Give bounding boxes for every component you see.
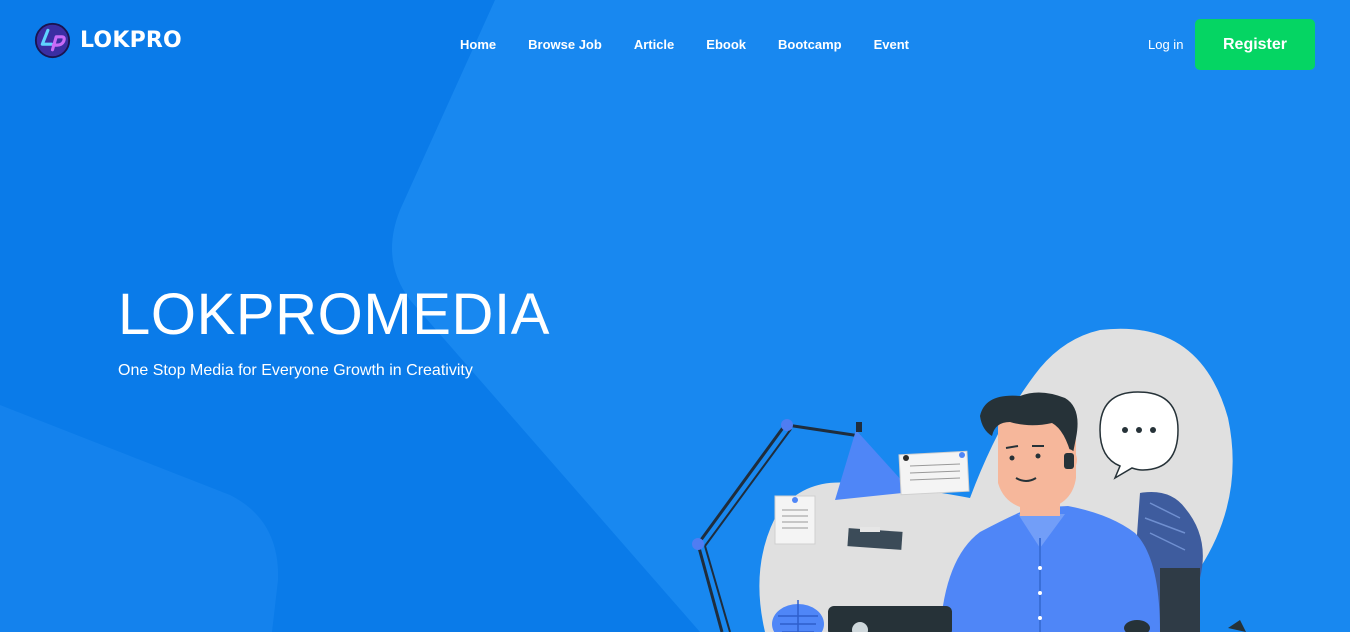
lokpro-logo-icon <box>34 22 71 58</box>
nav-bootcamp[interactable]: Bootcamp <box>762 35 858 54</box>
nav-home[interactable]: Home <box>444 35 512 54</box>
note-card-icon <box>774 495 816 545</box>
laptop-icon <box>828 606 952 632</box>
nav-article[interactable]: Article <box>618 35 690 54</box>
hero-subtitle: One Stop Media for Everyone Growth in Cr… <box>118 362 473 379</box>
site-header: LOKPRO Home Browse Job Article Ebook Boo… <box>0 0 1350 90</box>
main-navigation: Home Browse Job Article Ebook Bootcamp E… <box>444 35 925 54</box>
hero-title: LOKPROMEDIA <box>118 282 551 347</box>
register-button[interactable]: Register <box>1195 19 1315 70</box>
hero-section: LOKPROMEDIA One Stop Media for Everyone … <box>118 284 550 380</box>
login-link[interactable]: Log in <box>1148 37 1183 52</box>
man-working-at-desk-illustration <box>692 328 1246 632</box>
nav-event[interactable]: Event <box>858 35 925 54</box>
brand-name: LOKPRO <box>80 27 182 53</box>
nav-ebook[interactable]: Ebook <box>690 35 762 54</box>
note-card-icon <box>898 450 970 496</box>
nav-browse-job[interactable]: Browse Job <box>512 35 618 54</box>
brand-home-link[interactable]: LOKPRO <box>34 22 182 58</box>
